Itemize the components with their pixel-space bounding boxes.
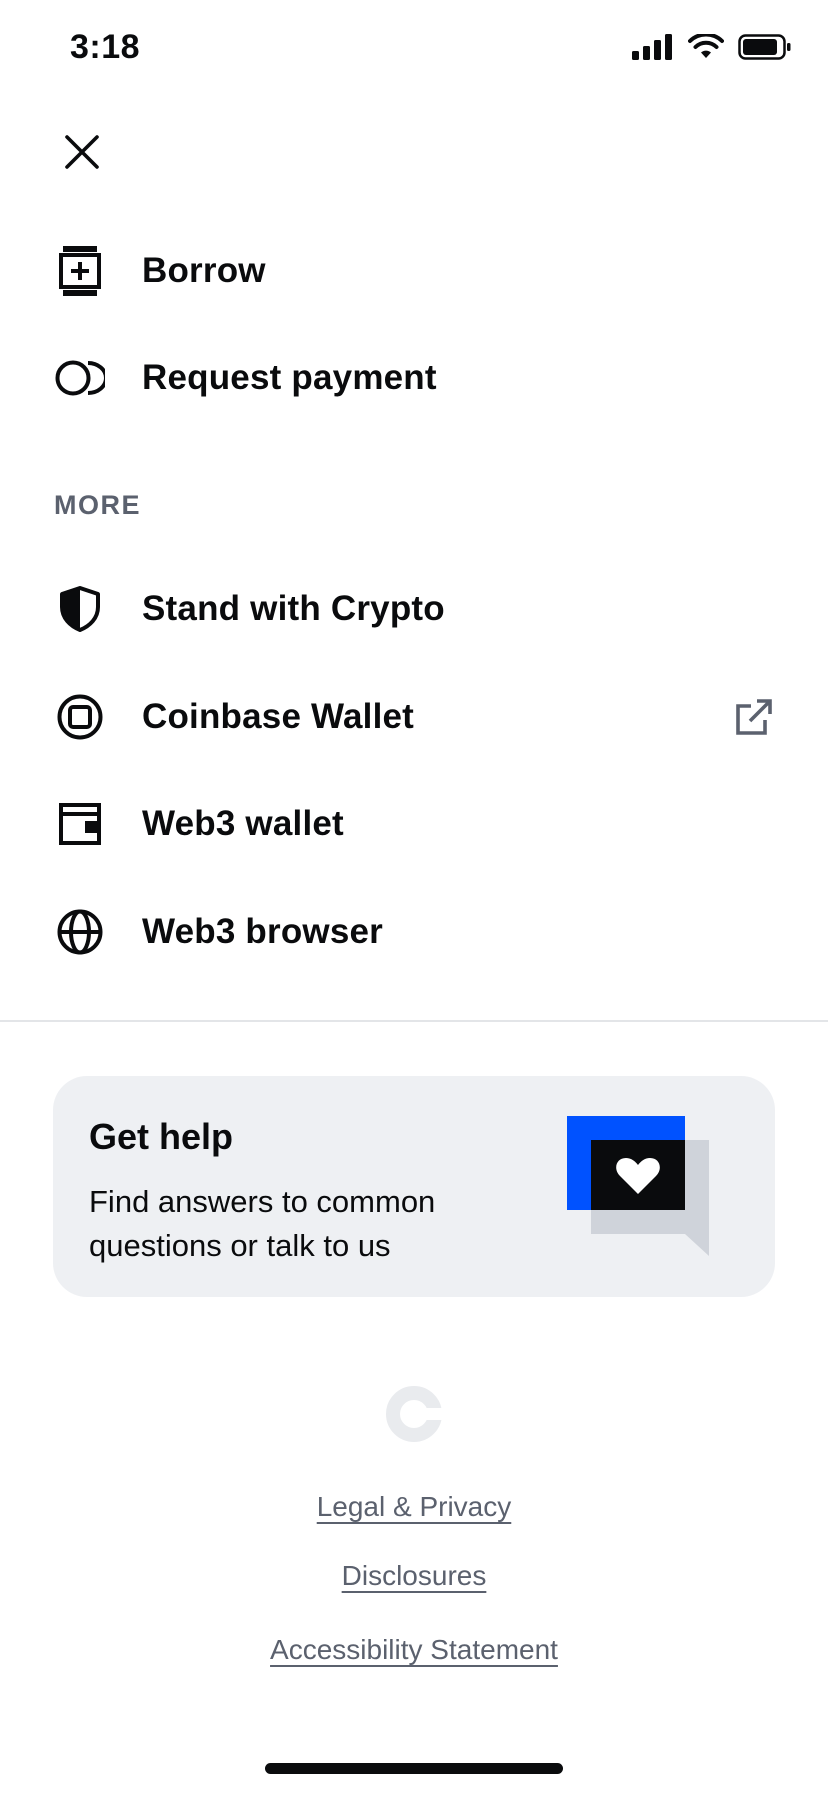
borrow-icon xyxy=(54,245,106,297)
external-link-icon xyxy=(732,695,776,739)
status-bar: 3:18 xyxy=(0,0,828,100)
globe-icon xyxy=(54,906,106,958)
legal-privacy-link[interactable]: Legal & Privacy xyxy=(317,1491,512,1522)
footer-link-accessibility: Accessibility Statement xyxy=(0,1634,828,1666)
menu-item-web3-browser[interactable]: Web3 browser xyxy=(0,884,828,980)
request-payment-icon xyxy=(54,352,106,404)
menu-item-web3-wallet[interactable]: Web3 wallet xyxy=(0,776,828,872)
status-icons xyxy=(632,34,792,60)
menu-item-label: Coinbase Wallet xyxy=(142,697,415,736)
status-time: 3:18 xyxy=(70,28,141,66)
menu-item-borrow[interactable]: Borrow xyxy=(0,223,828,319)
footer-link-disclosures: Disclosures xyxy=(0,1560,828,1592)
divider xyxy=(0,1020,828,1022)
battery-icon xyxy=(738,34,791,60)
accessibility-statement-link[interactable]: Accessibility Statement xyxy=(270,1634,558,1665)
help-chat-heart-icon xyxy=(567,1116,709,1256)
close-button[interactable] xyxy=(54,124,110,180)
menu-item-label: Web3 wallet xyxy=(142,804,344,843)
section-label-more: MORE xyxy=(54,490,141,520)
shield-icon xyxy=(54,583,106,635)
disclosures-link[interactable]: Disclosures xyxy=(342,1560,487,1591)
get-help-card[interactable]: Get help Find answers to common question… xyxy=(53,1076,775,1297)
coinbase-wallet-icon xyxy=(54,691,106,743)
cellular-signal-icon xyxy=(632,34,672,60)
wifi-icon xyxy=(688,34,724,58)
help-title: Get help xyxy=(89,1116,234,1157)
menu-item-label: Stand with Crypto xyxy=(142,589,445,628)
footer-link-legal-privacy: Legal & Privacy xyxy=(0,1491,828,1523)
coinbase-logo-icon xyxy=(386,1386,442,1442)
close-icon xyxy=(65,135,99,169)
home-indicator xyxy=(265,1763,563,1774)
menu-item-request-payment[interactable]: Request payment xyxy=(0,330,828,426)
menu-item-label: Request payment xyxy=(142,358,437,397)
wallet-icon xyxy=(54,798,106,850)
menu-item-label: Web3 browser xyxy=(142,912,383,951)
menu-item-coinbase-wallet[interactable]: Coinbase Wallet xyxy=(0,669,828,765)
menu-item-stand-with-crypto[interactable]: Stand with Crypto xyxy=(0,561,828,657)
menu-item-label: Borrow xyxy=(142,251,266,290)
help-description: Find answers to common questions or talk… xyxy=(89,1184,436,1263)
